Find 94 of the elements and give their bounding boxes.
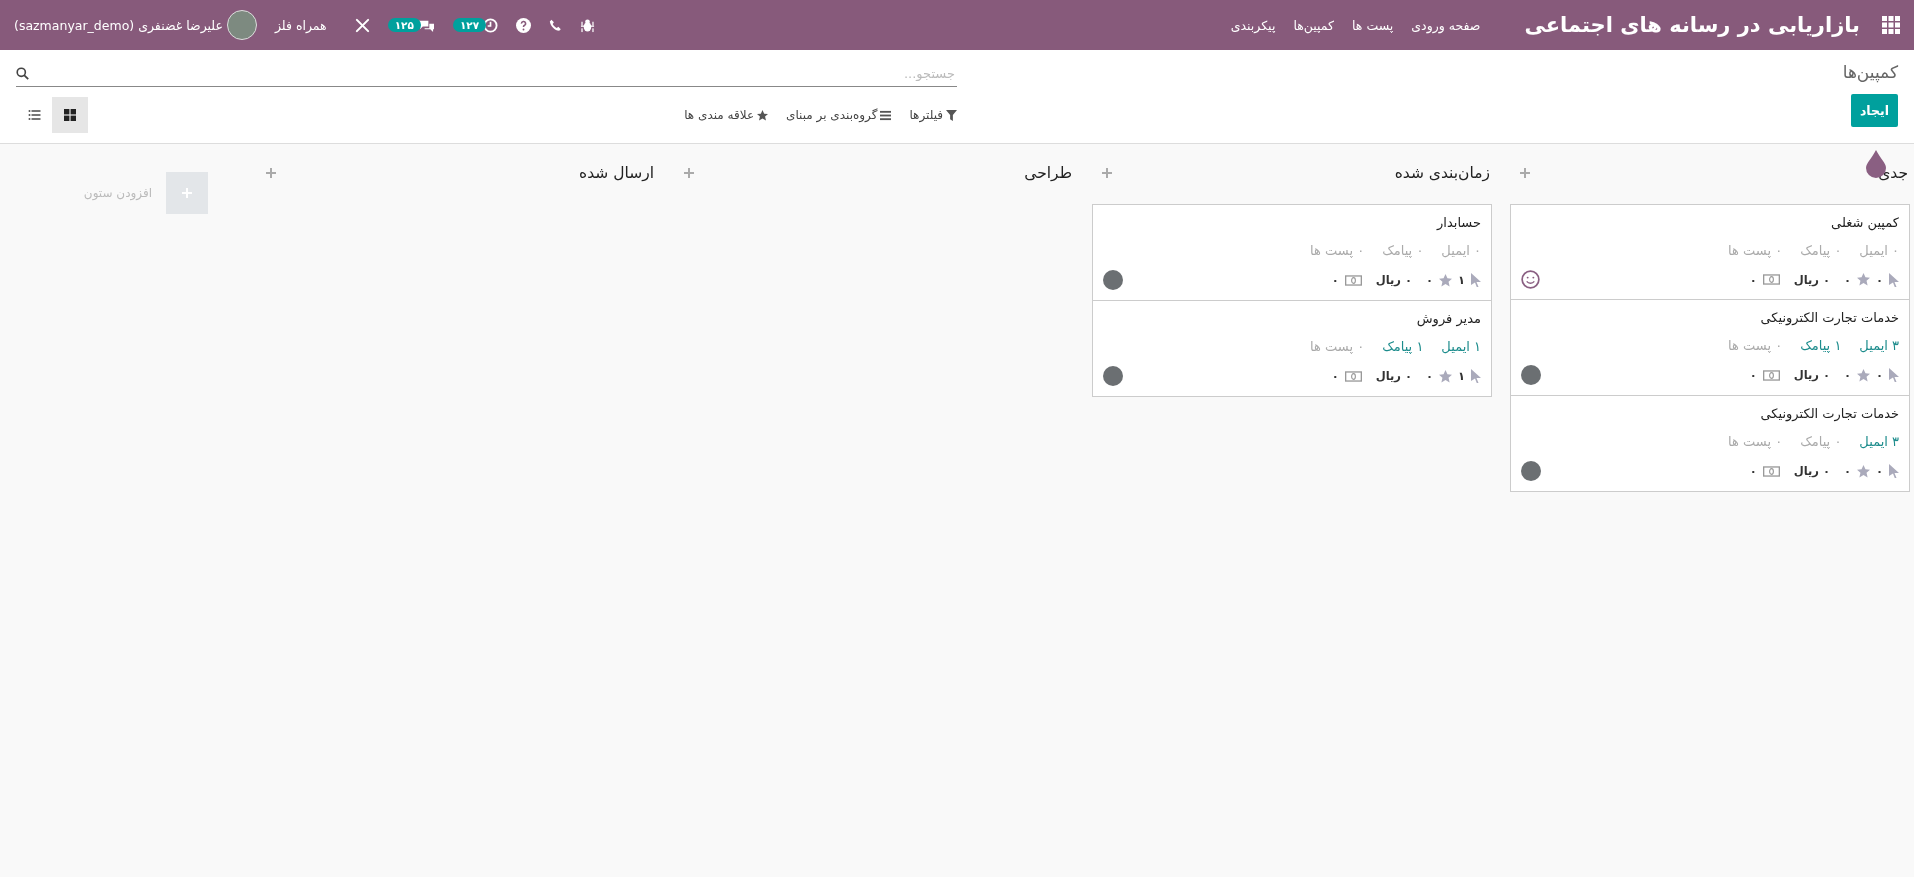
filter-menu-button[interactable]: گروه‌بندی بر مبنای [786,104,892,126]
menu-item[interactable]: صفحه ورودی [1411,17,1481,33]
app-title: بازاریابی در رسانه های اجتماعی [1524,13,1860,37]
user-menu[interactable]: علیرضا غضنفری (sazmanyar_demo) [14,10,257,40]
clicks-count: ۰ [1875,368,1883,382]
cursor-icon [1889,464,1899,478]
breadcrumb: کمپین‌ها [1842,61,1898,82]
channel-count: ۰ پست ها [1728,338,1783,353]
channel-count: ۰ پست ها [1310,339,1365,354]
cursor-icon [1889,272,1899,287]
banknote-icon [1762,465,1780,477]
likes-count: ۰ [1843,368,1851,382]
menu-item[interactable]: پیکربندی [1230,17,1276,33]
company-switcher[interactable]: همراه فلز [274,17,327,33]
menu-item[interactable]: کمپین‌ها [1293,17,1334,33]
cursor-icon [1471,273,1481,287]
user-avatar [226,10,257,40]
add-column-label: افزودن ستون [83,186,152,200]
revenue-amount: ۰ ریال [1793,464,1830,478]
activity-count-badge: ۱۲۷ [452,18,487,32]
tools-icon[interactable] [354,17,370,33]
campaign-card[interactable]: خدمات تجارت الکترونیکی ۳ ایمیل ۰ پیامک ۰ پست ها ۰ ۰ ۰ ریال ۰ [1511,396,1909,491]
channel-count: ۳ ایمیل [1859,338,1899,353]
channel-count: ۰ ایمیل [1859,243,1899,258]
search-field[interactable]: جستجو... [29,64,957,82]
cursor-icon [1471,369,1481,383]
menu-item[interactable]: پست ها [1352,17,1394,33]
banknote-icon [1762,274,1780,285]
column-title: ارسال شده [579,164,654,182]
channel-count: ۰ پست ها [1310,243,1365,258]
plus-icon [182,188,192,198]
sales-count: ۰ [1749,272,1757,287]
phone-icon[interactable] [549,18,563,32]
column-title: زمان‌بندی شده [1394,164,1490,182]
likes-count: ۰ [1425,273,1433,287]
campaign-card[interactable]: مدیر فروش ۱ ایمیل ۱ پیامک ۰ پست ها ۱ ۰ ۰ ریال ۰ [1093,301,1491,396]
revenue-amount: ۰ ریال [1793,272,1830,287]
clock-icon[interactable] [483,17,499,33]
search-icon [16,66,29,80]
channel-count: ۱ ایمیل [1441,339,1481,354]
help-icon[interactable] [516,17,532,33]
grid-icon [64,109,76,121]
channel-count: ۰ پیامک [1800,243,1842,258]
campaign-card[interactable]: خدمات تجارت الکترونیکی ۳ ایمیل ۱ پیامک ۰ پست ها ۰ ۰ ۰ ریال ۰ [1511,300,1909,396]
message-count-badge: ۱۲۵ [387,18,421,32]
channel-count: ۱ پیامک [1800,338,1842,353]
kanban-view-button[interactable] [52,97,88,133]
list-icon [27,109,41,121]
star-icon [1438,273,1452,287]
apps-grid-icon[interactable] [1882,16,1900,34]
clicks-count: ۰ [1875,464,1883,478]
revenue-amount: ۰ ریال [1375,369,1412,383]
column-title: طراحی [1024,164,1072,182]
star-icon [1856,464,1870,478]
channel-count: ۳ ایمیل [1859,434,1899,449]
channel-count: ۰ پیامک [1382,243,1424,258]
column-title: جدی [1878,164,1908,182]
sales-count: ۰ [1331,369,1339,383]
sales-count: ۰ [1749,368,1757,382]
clicks-count: ۱ [1457,273,1465,287]
star-icon [1856,368,1870,382]
clicks-count: ۰ [1875,272,1883,287]
card-title: خدمات تجارت الکترونیکی [1759,310,1899,325]
filter-menu-button[interactable]: علاقه مندی ها [684,104,769,126]
revenue-amount: ۰ ریال [1793,368,1830,382]
sales-count: ۰ [1749,464,1757,478]
likes-count: ۰ [1843,464,1851,478]
clicks-count: ۱ [1457,369,1465,383]
likes-count: ۰ [1843,272,1851,287]
star-icon [757,109,769,121]
star-icon [1438,369,1452,383]
banknote-icon [1344,274,1362,286]
banknote-icon [1762,369,1780,381]
bars-icon [880,109,892,121]
sales-count: ۰ [1331,273,1339,287]
funnel-icon [946,109,957,121]
channel-count: ۰ پیامک [1800,434,1842,449]
card-title: کمپین شغلی [1830,215,1899,230]
bug-icon[interactable] [580,17,596,33]
likes-count: ۰ [1425,369,1433,383]
card-title: خدمات تجارت الکترونیکی [1759,406,1899,421]
banknote-icon [1344,370,1362,382]
campaign-card[interactable]: کمپین شغلی ۰ ایمیل ۰ پیامک ۰ پست ها ۰ ۰ ۰ ریال ۰ [1511,205,1909,300]
star-icon [1856,273,1870,286]
revenue-amount: ۰ ریال [1375,273,1412,287]
card-title: حسابدار [1435,215,1481,230]
channel-count: ۰ پست ها [1728,434,1783,449]
filter-menu-button[interactable]: فیلترها [909,104,957,126]
card-title: مدیر فروش [1415,311,1481,326]
campaign-card[interactable]: حسابدار ۰ ایمیل ۰ پیامک ۰ پست ها ۱ ۰ ۰ ریال ۰ [1093,205,1491,301]
cursor-icon [1889,368,1899,382]
channel-count: ۰ پست ها [1728,243,1783,258]
channel-count: ۱ پیامک [1382,339,1424,354]
channel-count: ۰ ایمیل [1441,243,1481,258]
